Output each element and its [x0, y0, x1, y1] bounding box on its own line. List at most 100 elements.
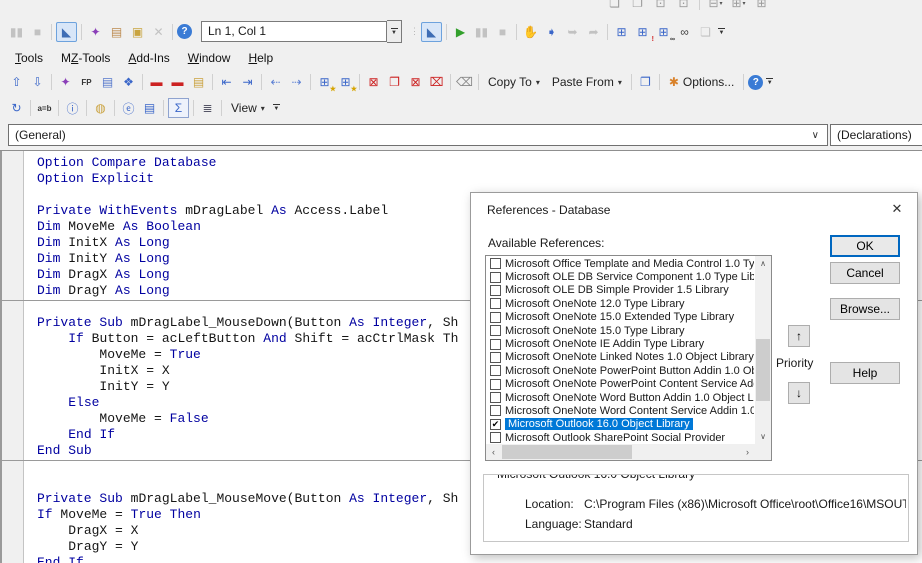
- design-mode-icon[interactable]: ◣: [421, 22, 442, 42]
- reference-item[interactable]: Microsoft OLE DB Simple Provider 1.5 Lib…: [487, 284, 754, 297]
- reference-checkbox[interactable]: [490, 432, 501, 443]
- next-procedure-icon[interactable]: ⇩: [28, 73, 47, 91]
- insert-object-icon[interactable]: ▣: [128, 23, 147, 41]
- eraser-icon[interactable]: ⌫: [455, 73, 474, 91]
- scroll-right-icon[interactable]: ›: [740, 444, 755, 460]
- priority-up-button[interactable]: ↑: [788, 325, 810, 347]
- list-hscrollbar[interactable]: ‹ ›: [486, 444, 755, 460]
- toolbar-overflow-icon[interactable]: ▼: [764, 71, 775, 93]
- menu-help[interactable]: Help: [239, 48, 282, 68]
- insert-code-template-icon[interactable]: ▤: [98, 73, 117, 91]
- reference-item[interactable]: Microsoft OneNote PowerPoint Content Ser…: [487, 378, 754, 391]
- insert-footer-icon[interactable]: ⇥: [238, 73, 257, 91]
- reference-checkbox[interactable]: [490, 379, 501, 390]
- margin-indicator-bar[interactable]: [0, 151, 24, 563]
- send-to-back-icon[interactable]: ❐: [628, 0, 647, 12]
- reference-checkbox[interactable]: [490, 365, 501, 376]
- find-icon[interactable]: ∞: [675, 23, 694, 41]
- reference-checkbox[interactable]: [490, 392, 501, 403]
- toolbar-overflow-icon[interactable]: ▼: [716, 21, 727, 43]
- vscroll-thumb[interactable]: [756, 339, 770, 401]
- design-mode-icon[interactable]: ◣: [56, 22, 77, 42]
- close-icon[interactable]: ✕: [887, 199, 907, 219]
- browser-icon[interactable]: ⓔ: [119, 99, 138, 117]
- cancel-button[interactable]: Cancel: [830, 262, 900, 284]
- add-procedure-icon[interactable]: ✦: [86, 23, 105, 41]
- add-watch-icon[interactable]: ⊞★: [336, 73, 355, 91]
- code-wizard-icon[interactable]: ✦: [56, 73, 75, 91]
- delete-lines-icon[interactable]: ⌧: [427, 73, 446, 91]
- outdent-icon[interactable]: ⇠: [266, 73, 285, 91]
- reference-checkbox[interactable]: [490, 405, 501, 416]
- reference-item[interactable]: Microsoft OneNote PowerPoint Button Addi…: [487, 364, 754, 377]
- reference-item[interactable]: Microsoft OneNote 12.0 Type Library: [487, 297, 754, 310]
- previous-procedure-icon[interactable]: ⇧: [7, 73, 26, 91]
- find-procedure-icon[interactable]: FP: [77, 73, 96, 91]
- menu-add-ins[interactable]: Add-Ins: [119, 48, 178, 68]
- database-icon[interactable]: ◍: [91, 99, 110, 117]
- browse-button[interactable]: Browse...: [830, 298, 900, 320]
- break-hand-icon[interactable]: ✋: [521, 23, 540, 41]
- web-document-icon[interactable]: ▤: [140, 99, 159, 117]
- locals-window-icon[interactable]: ⊞: [612, 23, 631, 41]
- add-module-header-icon[interactable]: ▬: [168, 73, 187, 91]
- reference-item[interactable]: Microsoft OLE DB Service Component 1.0 T…: [487, 270, 754, 283]
- add-procedure-header-icon[interactable]: ▬: [147, 73, 166, 91]
- line-col-dropdown[interactable]: ▼: [387, 20, 402, 43]
- scroll-left-icon[interactable]: ‹: [486, 444, 501, 460]
- menu-mz-tools[interactable]: MZ-Tools: [52, 48, 119, 68]
- group-icon[interactable]: ⊡: [651, 0, 670, 12]
- paste-special-icon[interactable]: ❐: [636, 73, 655, 91]
- help-button[interactable]: Help: [830, 362, 900, 384]
- add-bookmark-icon[interactable]: ⊞★: [315, 73, 334, 91]
- scroll-up-icon[interactable]: ∧: [755, 256, 771, 271]
- toolbar-overflow-icon[interactable]: ▼: [271, 97, 282, 119]
- list-vscrollbar[interactable]: ∧ ∨: [755, 256, 771, 444]
- reference-checkbox[interactable]: [490, 258, 501, 269]
- reference-checkbox[interactable]: [490, 312, 501, 323]
- reference-item[interactable]: Microsoft OneNote 15.0 Type Library: [487, 324, 754, 337]
- indent-icon[interactable]: ⇢: [287, 73, 306, 91]
- center-icon[interactable]: ⊞▾: [729, 0, 748, 12]
- priority-down-button[interactable]: ↓: [788, 382, 810, 404]
- reference-item[interactable]: Microsoft OneNote Word Button Addin 1.0 …: [487, 391, 754, 404]
- ungroup-icon[interactable]: ⊡: [674, 0, 693, 12]
- ok-button[interactable]: OK: [830, 235, 900, 257]
- reference-item[interactable]: Microsoft Office Template and Media Cont…: [487, 257, 754, 270]
- insert-header-icon[interactable]: ⇤: [217, 73, 236, 91]
- outline-icon[interactable]: ≣: [198, 99, 217, 117]
- remove-module-icon[interactable]: ⊠: [406, 73, 425, 91]
- reference-item[interactable]: Microsoft OneNote Word Content Service A…: [487, 404, 754, 417]
- line-col-indicator[interactable]: Ln 1, Col 1: [201, 21, 387, 42]
- reference-item[interactable]: Microsoft OneNote IE Addin Type Library: [487, 337, 754, 350]
- export-module-icon[interactable]: ❐: [385, 73, 404, 91]
- reference-checkbox[interactable]: [490, 298, 501, 309]
- procedure-callers-icon[interactable]: ❖: [119, 73, 138, 91]
- reference-checkbox[interactable]: [490, 352, 501, 363]
- bring-to-front-icon[interactable]: ❏: [605, 0, 624, 12]
- delete-bookmark-icon[interactable]: ⊠: [364, 73, 383, 91]
- help-book-icon[interactable]: ?: [748, 75, 763, 90]
- make-same-size-icon[interactable]: ⊞: [752, 0, 771, 12]
- reference-item[interactable]: Microsoft Outlook SharePoint Social Prov…: [487, 431, 754, 443]
- reference-item[interactable]: Microsoft OneNote 15.0 Extended Type Lib…: [487, 311, 754, 324]
- sort-procedures-icon[interactable]: ▤: [189, 73, 208, 91]
- run-icon[interactable]: ▶: [451, 23, 470, 41]
- object-browser-icon[interactable]: ⊞∞: [654, 23, 673, 41]
- form-wizard-icon[interactable]: ▤: [107, 23, 126, 41]
- reference-checkbox[interactable]: [490, 339, 501, 350]
- align-icon[interactable]: ⊟▾: [706, 0, 725, 12]
- refresh-module-icon[interactable]: ↻: [7, 99, 26, 117]
- reference-checkbox[interactable]: [490, 325, 501, 336]
- menu-window[interactable]: Window: [179, 48, 240, 68]
- options-button[interactable]: ✱ Options...: [663, 73, 740, 91]
- paste-from-button[interactable]: Paste From ▾: [546, 73, 628, 91]
- procedure-combobox[interactable]: (Declarations): [830, 124, 922, 146]
- hscroll-thumb[interactable]: [502, 445, 632, 459]
- help-icon[interactable]: ?: [177, 24, 192, 39]
- reference-item[interactable]: Microsoft OneNote Linked Notes 1.0 Objec…: [487, 351, 754, 364]
- references-list[interactable]: Microsoft Office Template and Media Cont…: [485, 255, 772, 461]
- sigma-icon[interactable]: Σ: [168, 98, 189, 118]
- watch-window-icon[interactable]: ⊞!: [633, 23, 652, 41]
- object-combobox[interactable]: (General) ∨: [8, 124, 828, 146]
